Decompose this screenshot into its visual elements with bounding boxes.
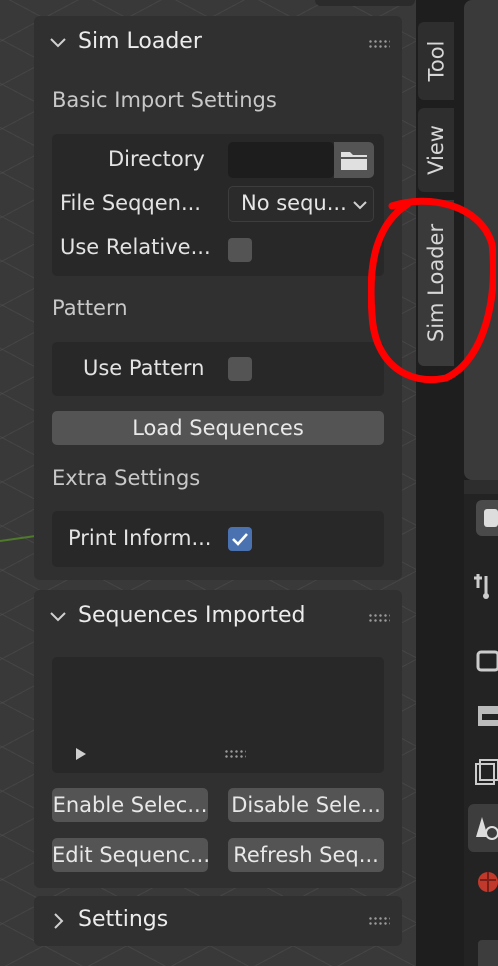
red-annotation-circle [368,197,496,384]
print-information-checkbox[interactable] [228,527,252,551]
sim-loader-panel-title: Sim Loader [78,29,202,54]
dropdown-arrow-icon [353,201,367,210]
extra-settings-box: Print Inform... [52,511,384,567]
use-relative-label: Use Relative... [60,235,211,259]
pattern-label: Pattern [52,296,128,320]
checkmark-icon [232,533,248,546]
directory-input[interactable] [228,142,334,178]
tab-view[interactable]: View [418,108,454,192]
chevron-right-icon[interactable] [48,911,68,931]
list-resize-grip-icon[interactable] [224,749,246,759]
tab-tool-label: Tool [424,40,449,82]
refresh-sequence-button[interactable]: Refresh Seq... [228,838,384,872]
sequences-list[interactable] [52,657,384,773]
folder-icon [341,152,367,170]
use-pattern-label: Use Pattern [83,356,205,380]
load-sequences-button[interactable]: Load Sequences [52,411,384,445]
world-icon[interactable] [470,866,498,898]
pattern-box: Use Pattern [52,342,384,396]
sequences-imported-panel: Sequences Imported Enable Selec... Disab… [34,590,402,888]
disable-selected-button[interactable]: Disable Sele... [228,788,384,822]
drag-grip-icon[interactable] [368,39,390,49]
file-sequence-dropdown[interactable]: No sequ... [228,186,374,222]
folder-browse-button[interactable] [334,142,374,178]
properties-bottom-icon[interactable] [478,940,498,966]
output-icon[interactable] [470,700,498,732]
drag-grip-icon[interactable] [368,613,390,623]
tab-tool[interactable]: Tool [418,22,454,100]
chevron-down-icon[interactable] [48,32,68,52]
basic-import-settings-label: Basic Import Settings [52,88,277,112]
use-relative-checkbox[interactable] [228,238,252,262]
chevron-down-icon[interactable] [48,606,68,626]
file-sequence-label: File Seqqen... [60,191,201,215]
settings-panel-header[interactable]: Settings [34,896,402,946]
basic-import-settings-box: Directory File Seqqen... No sequ... Use … [52,134,384,276]
scene-tab[interactable] [468,804,498,852]
properties-header-icon[interactable] [476,500,498,536]
file-sequence-value: No sequ... [241,191,347,215]
settings-panel: Settings [34,896,402,946]
tab-view-label: View [424,125,448,175]
edit-sequence-button[interactable]: Edit Sequenc... [52,838,208,872]
extra-settings-label: Extra Settings [52,466,201,490]
scene-icon [476,817,498,840]
drag-grip-icon[interactable] [368,916,390,926]
use-pattern-checkbox[interactable] [228,357,252,381]
sim-loader-panel: Sim Loader Basic Import Settings Directo… [34,16,402,580]
enable-selected-button[interactable]: Enable Selec... [52,788,208,822]
sequences-imported-panel-title: Sequences Imported [78,603,306,628]
directory-label: Directory [108,147,205,171]
header-strip [315,0,415,6]
tool-properties-icon[interactable] [470,570,498,602]
play-triangle-icon[interactable] [74,747,88,761]
view-layer-icon[interactable] [470,754,498,786]
render-icon[interactable] [470,644,498,676]
print-information-label: Print Inform... [68,526,212,550]
sequences-imported-panel-header[interactable]: Sequences Imported [34,590,402,646]
settings-panel-title: Settings [78,907,169,932]
sim-loader-panel-header[interactable]: Sim Loader [34,16,402,72]
